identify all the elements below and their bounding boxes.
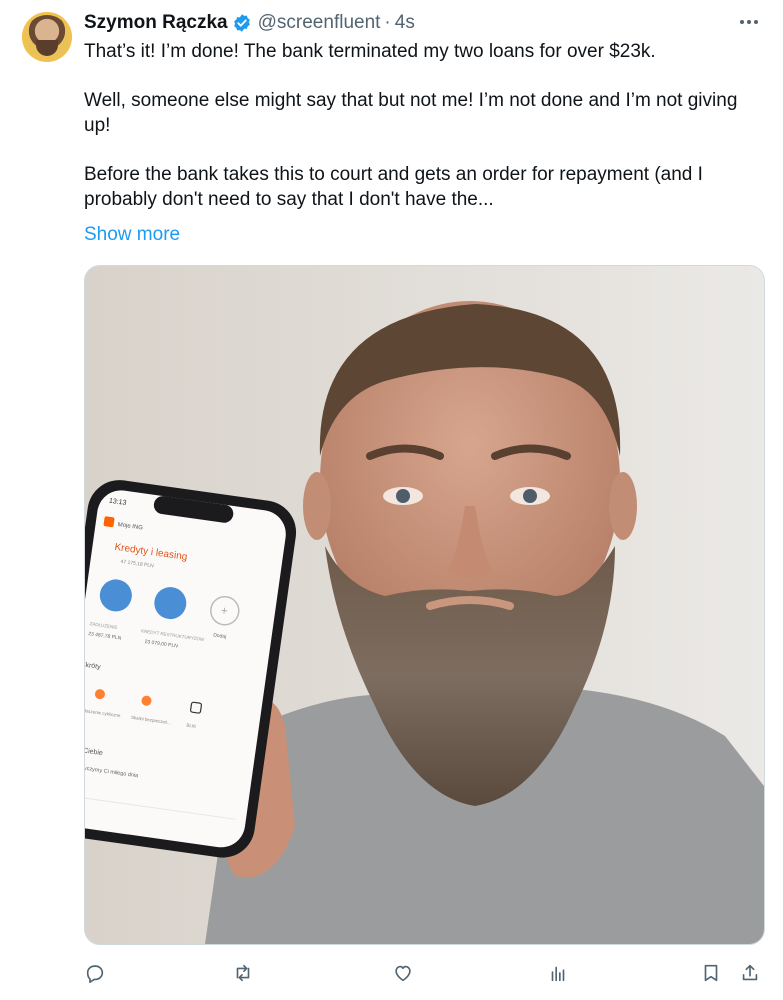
photo-illustration: 13:13 Moje ING Kredyty i leasing 47 175,… xyxy=(85,266,764,944)
show-more-link[interactable]: Show more xyxy=(84,224,180,246)
retweet-icon xyxy=(236,964,250,982)
tweet-timestamp[interactable]: 4s xyxy=(395,12,415,34)
views-button[interactable] xyxy=(543,958,573,988)
retweet-button[interactable] xyxy=(228,958,258,988)
reply-button[interactable] xyxy=(80,958,110,988)
share-button[interactable] xyxy=(735,958,765,988)
more-icon[interactable] xyxy=(735,10,763,34)
bookmark-icon xyxy=(704,964,718,982)
tweet-text: That’s it! I’m done! The bank terminated… xyxy=(84,40,764,212)
reply-icon xyxy=(86,965,104,983)
tweet-header: Szymon Rączka @screenfluent · 4s xyxy=(84,11,415,35)
tweet-photo[interactable]: 13:13 Moje ING Kredyty i leasing 47 175,… xyxy=(84,265,765,945)
like-button[interactable] xyxy=(388,958,418,988)
tweet-paragraph: Well, someone else might say that but no… xyxy=(84,90,738,136)
author-name[interactable]: Szymon Rączka xyxy=(84,12,228,34)
author-handle[interactable]: @screenfluent xyxy=(258,12,381,34)
separator-dot: · xyxy=(384,12,391,33)
share-icon xyxy=(742,964,758,981)
tweet-paragraph: Before the bank takes this to court and … xyxy=(84,163,703,210)
tweet-paragraph: That’s it! I’m done! The bank terminated… xyxy=(84,41,656,62)
verified-badge-icon xyxy=(233,14,250,32)
like-icon xyxy=(395,965,411,982)
bookmark-button[interactable] xyxy=(696,958,726,988)
tweet-actions xyxy=(0,958,783,990)
views-icon xyxy=(551,966,565,982)
avatar[interactable] xyxy=(22,12,72,62)
